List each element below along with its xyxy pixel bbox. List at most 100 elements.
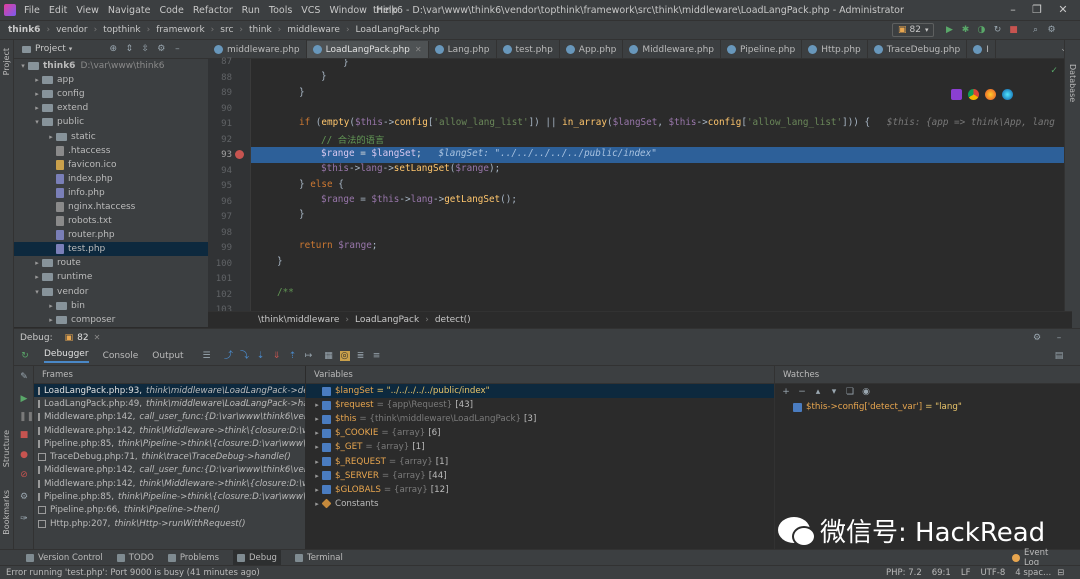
evaluate-icon[interactable]: ▦ [324,351,334,361]
tab-http-php[interactable]: Http.php [802,40,868,58]
menu-tools[interactable]: Tools [269,5,292,16]
remove-watch-icon[interactable]: − [797,387,807,397]
tree-item[interactable]: test.php [14,242,208,257]
settings-icon[interactable]: ⚙ [1046,25,1056,35]
variable-row[interactable]: ▸ $GLOBALS = {array} [12] [306,483,774,497]
stop-icon[interactable]: ■ [1008,25,1018,35]
frame-row[interactable]: Pipeline.php:85, think\Pipeline->think\{c… [34,437,305,450]
layout-icon[interactable]: ▤ [1054,351,1064,361]
hide-icon[interactable]: – [172,44,182,54]
list-icon[interactable]: ≣ [356,351,366,361]
database-tool-label[interactable]: Database [1068,64,1077,102]
chevron-down-icon[interactable]: ▾ [32,288,42,296]
tree-item[interactable]: favicon.ico [14,158,208,172]
menu-vcs[interactable]: VCS [301,5,320,16]
inspection-ok-icon[interactable]: ✓ [1051,65,1057,76]
watch-row[interactable]: $this->config['detect_var'] = "lang" [775,400,1080,414]
hide-icon[interactable]: – [1054,333,1064,343]
line-separator[interactable]: LF [961,568,971,578]
resume-icon[interactable]: ▶ [19,394,29,404]
wrench-icon[interactable]: ✎ [19,372,29,382]
frame-row[interactable]: Pipeline.php:85, think\Pipeline->think\{c… [34,490,305,503]
tree-item[interactable]: ▸ composer [14,313,208,327]
firefox-icon[interactable] [985,89,996,100]
frame-row[interactable]: Pipeline.php:66, think\Pipeline->then() [34,504,305,517]
tab-tracedebug-php[interactable]: TraceDebug.php [868,40,968,58]
minimize-icon[interactable]: – [1006,3,1020,17]
force-step-into-icon[interactable]: ⇓ [272,351,282,361]
tree-item[interactable]: nginx.htaccess [14,200,208,214]
breadcrumb-item[interactable]: middleware [287,25,340,35]
tab-lang-php[interactable]: Lang.php [429,40,497,58]
breadcrumb-item[interactable]: think6 [8,25,40,35]
editor-breadcrumb-item[interactable]: LoadLangPack [355,315,419,325]
editor-breadcrumb-item[interactable]: detect() [435,315,471,325]
tree-item[interactable]: .htaccess [14,144,208,158]
chevron-right-icon[interactable]: ▸ [312,401,322,409]
menu-navigate[interactable]: Navigate [108,5,151,16]
tool-todo[interactable]: TODO [116,553,154,563]
coverage-icon[interactable]: ◑ [976,25,986,35]
chevron-down-icon[interactable]: ▾ [69,45,73,53]
close-icon[interactable]: ✕ [94,333,101,342]
chevron-right-icon[interactable]: ▸ [32,273,42,281]
tab-pipeline-php[interactable]: Pipeline.php [721,40,803,58]
tool-version-control[interactable]: Version Control [26,553,103,563]
variable-row[interactable]: ▸ $this = {think\middleware\LoadLangPack}[… [306,412,774,426]
php-version[interactable]: PHP: 7.2 [886,568,922,578]
tab-output[interactable]: Output [152,351,183,361]
frame-row[interactable]: TraceDebug.php:71, think\trace\TraceDebug… [34,450,305,463]
tab-loadlangpack-php[interactable]: LoadLangPack.php ✕ [306,41,429,58]
close-icon[interactable]: ✕ [415,45,422,54]
status-message[interactable]: Error running 'test.php': Port 9000 is b… [6,568,260,578]
tree-item[interactable]: ▸ runtime [14,270,208,284]
pin-icon[interactable]: ✑ [19,514,29,524]
move-down-icon[interactable]: ▾ [829,387,839,397]
gear-icon[interactable]: ⚙ [19,492,29,502]
tree-item[interactable]: ▸ bin [14,299,208,313]
move-up-icon[interactable]: ▴ [813,387,823,397]
breadcrumb-item[interactable]: vendor [56,25,88,35]
gear-icon[interactable]: ⚙ [1032,333,1042,343]
menu-file[interactable]: File [24,5,40,16]
debug-session-tab[interactable]: ▣ 82 ✕ [65,333,101,343]
file-encoding[interactable]: UTF-8 [980,568,1005,578]
frame-row[interactable]: LoadLangPack.php:93, think\middleware\Loa… [34,384,305,398]
indent-setting[interactable]: 4 spac... [1015,568,1051,578]
breakpoints-icon[interactable]: ● [19,450,29,460]
tree-item[interactable]: index.php [14,172,208,186]
locate-icon[interactable]: ⊕ [108,44,118,54]
code-editor[interactable]: } } } if (empty($this->config['allow_lan… [251,59,1064,311]
chevron-right-icon[interactable]: ▸ [32,104,42,112]
rerun-icon[interactable]: ↻ [20,351,30,361]
breadcrumb-item[interactable]: topthink [103,25,140,35]
phpstorm-icon[interactable] [951,89,962,100]
menu-edit[interactable]: Edit [49,5,67,16]
variable-row[interactable]: ▸ $_COOKIE = {array} [6] [306,426,774,440]
watch-toggle-icon[interactable]: ◎ [339,350,350,361]
chrome-icon[interactable] [968,89,979,100]
chevron-right-icon[interactable]: ▸ [312,443,322,451]
variable-row[interactable]: $langSet = "../../../../../public/index" [306,384,774,399]
variable-row[interactable]: ▸ $_GET = {array} [1] [306,440,774,454]
breakpoint-icon[interactable] [235,150,244,159]
tab-test-php[interactable]: test.php [497,40,560,58]
settings-list-icon[interactable]: ≡ [372,351,382,361]
breadcrumb-item[interactable]: src [220,25,233,35]
chevron-right-icon[interactable]: ▸ [312,500,322,508]
variable-row[interactable]: ▸ Constants [306,497,774,511]
close-window-icon[interactable]: ✕ [1056,3,1070,17]
menu-refactor[interactable]: Refactor [193,5,233,16]
step-into-icon[interactable]: ⇣ [256,351,266,361]
collapse-all-icon[interactable]: ⇳ [140,44,150,54]
pause-icon[interactable]: ❚❚ [19,412,34,422]
structure-tool-label[interactable]: Structure [2,430,11,467]
frame-row[interactable]: Middleware.php:142, call_user_func:{D:\va… [34,464,305,477]
frame-row[interactable]: Middleware.php:142, think\Middleware->thi… [34,477,305,490]
debug-icon[interactable]: ✱ [960,25,970,35]
tool-problems[interactable]: Problems [167,553,219,563]
tool-debug[interactable]: Debug [233,549,281,566]
editor-breadcrumb-item[interactable]: \think\middleware [258,315,339,325]
chevron-down-icon[interactable]: ▾ [32,118,42,126]
menu-view[interactable]: View [76,5,99,16]
